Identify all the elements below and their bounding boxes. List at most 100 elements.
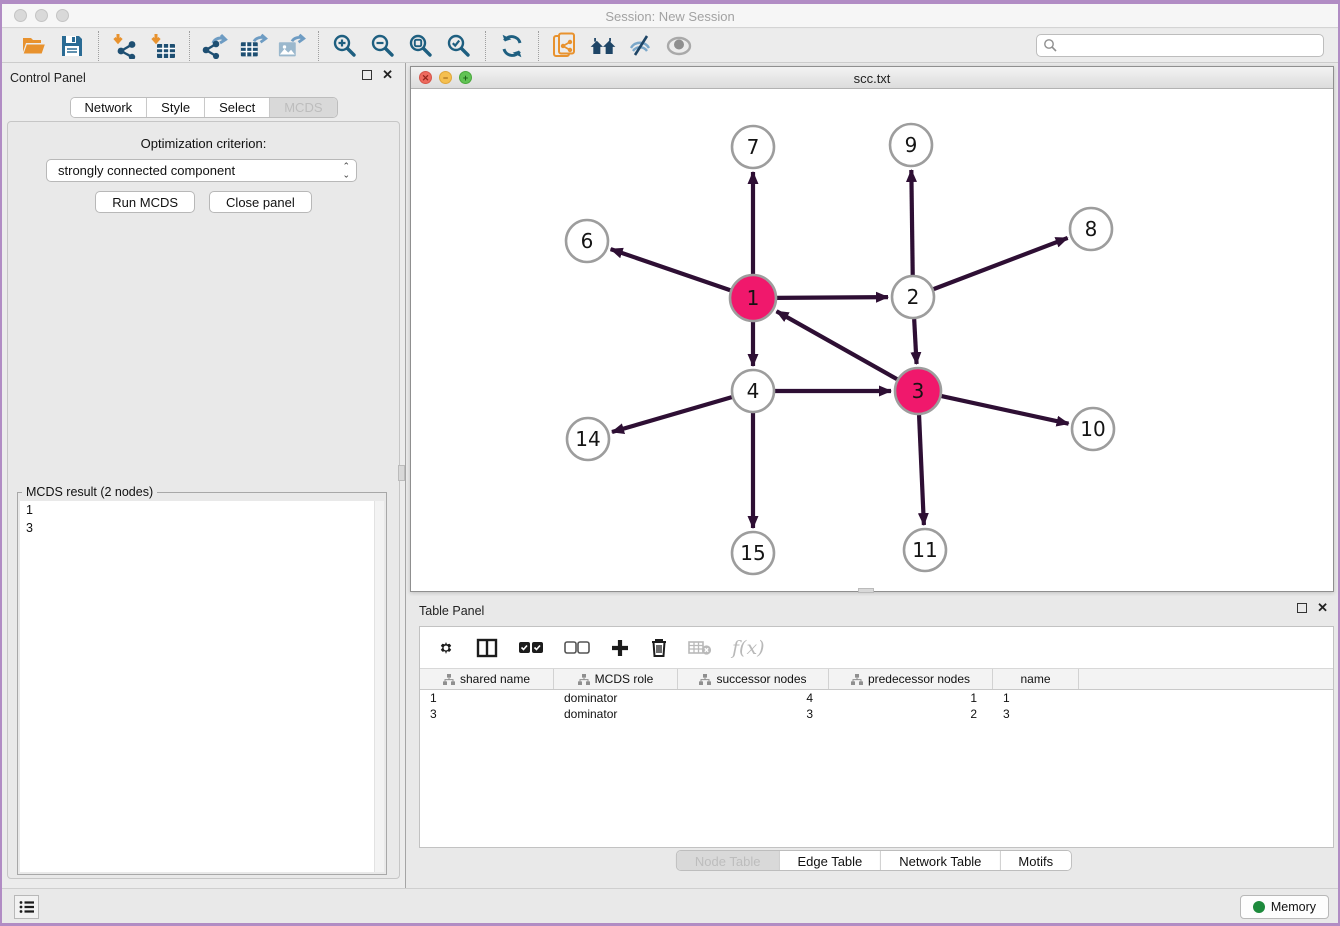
search-box [1036,34,1324,57]
apply-layout-icon[interactable] [497,32,527,60]
app-title: Session: New Session [2,9,1338,24]
table-row[interactable]: 1dominator411 [420,690,1333,706]
hide-selected-icon[interactable] [626,32,656,60]
table-row[interactable]: 3dominator323 [420,706,1333,722]
column-type-icon [699,674,711,685]
settings-icon[interactable] [436,638,456,658]
panel-splitter-handle[interactable] [858,588,874,593]
column-header-successor-nodes[interactable]: successor nodes [678,669,829,689]
float-table-panel-icon[interactable] [1297,603,1307,613]
close-table-panel-icon[interactable]: ✕ [1317,603,1328,613]
deselect-all-icon[interactable] [564,641,590,655]
mcds-result-list[interactable]: 13 [20,501,384,872]
graph-edge[interactable] [777,297,888,298]
column-header-name[interactable]: name [993,669,1079,689]
column-visibility-icon[interactable] [476,638,498,658]
graph-edge[interactable] [934,238,1068,289]
network-window-titlebar[interactable]: ✕ − + scc.txt [411,67,1333,89]
zoom-in-icon[interactable] [330,32,360,60]
import-table-icon[interactable] [148,32,178,60]
graph-edge[interactable] [914,319,916,364]
close-panel-icon[interactable]: ✕ [382,70,393,80]
function-builder-icon[interactable]: f(x) [732,637,765,659]
graph-edge[interactable] [612,397,732,432]
export-image-icon[interactable] [277,32,307,60]
delete-row-icon[interactable] [650,638,668,658]
memory-button[interactable]: Memory [1240,895,1329,919]
save-session-icon[interactable] [57,32,87,60]
tab-mcds[interactable]: MCDS [270,98,336,117]
table-panel: Table Panel ✕ [410,596,1338,888]
graph-edge[interactable] [919,415,924,525]
tab-select[interactable]: Select [205,98,270,117]
column-type-icon [443,674,455,685]
add-row-icon[interactable] [610,638,630,658]
graph-edge[interactable] [611,249,731,290]
toolbar-separator [538,31,539,61]
delete-table-icon[interactable] [688,640,712,656]
memory-status-icon [1253,901,1265,913]
workspace: Control Panel ✕ Network Style Select MCD… [2,63,1338,888]
table-cell[interactable]: 3 [993,706,1079,722]
table-tabs: Node Table Edge Table Network Table Moti… [676,850,1072,871]
criterion-dropdown[interactable]: strongly connected component ⌃⌃ [46,159,357,182]
column-header-shared-name[interactable]: shared name [420,669,554,689]
tab-network-table[interactable]: Network Table [881,851,1000,871]
float-panel-icon[interactable] [362,70,372,80]
select-all-icon[interactable] [518,641,544,655]
table-cell[interactable]: 3 [420,706,554,722]
tab-style[interactable]: Style [147,98,205,117]
main-toolbar [2,29,1338,63]
scrollbar[interactable] [374,501,384,872]
graph-node-label: 11 [912,538,937,562]
tab-network[interactable]: Network [70,98,147,117]
tab-edge-table[interactable]: Edge Table [779,851,881,871]
first-neighbors-icon[interactable] [588,32,618,60]
panel-splitter-handle[interactable] [398,465,405,481]
graph-node-label: 2 [907,285,920,309]
table-header: shared name MCDS role successor nodes pr… [420,669,1333,690]
table-cell[interactable]: 2 [829,706,993,722]
graph-node-label: 14 [575,427,600,451]
graph-node-label: 1 [747,286,760,310]
task-history-button[interactable] [14,895,39,919]
status-bar: Memory [2,888,1338,923]
toolbar-separator [98,31,99,61]
tab-motifs[interactable]: Motifs [1000,851,1071,871]
open-session-icon[interactable] [19,32,49,60]
search-input[interactable] [1036,34,1324,57]
show-all-icon[interactable] [664,32,694,60]
network-window-title: scc.txt [411,71,1333,86]
table-cell[interactable]: dominator [554,690,678,706]
run-mcds-button[interactable]: Run MCDS [95,191,195,213]
memory-label: Memory [1271,900,1316,914]
tab-node-table[interactable]: Node Table [677,851,780,871]
graph-edge[interactable] [911,170,912,275]
mcds-panel: Optimization criterion: strongly connect… [7,121,400,879]
column-type-icon [578,674,590,685]
toolbar-separator [485,31,486,61]
table-cell[interactable]: 1 [420,690,554,706]
table-toolbar: f(x) [420,627,1333,669]
mcds-result-title: MCDS result (2 nodes) [22,485,157,499]
graph-edge[interactable] [777,311,898,379]
graph-edge[interactable] [941,396,1068,424]
graph-node-label: 6 [581,229,594,253]
export-table-icon[interactable] [239,32,269,60]
zoom-out-icon[interactable] [368,32,398,60]
zoom-fit-icon[interactable] [406,32,436,60]
column-header-predecessor-nodes[interactable]: predecessor nodes [829,669,993,689]
table-cell[interactable]: dominator [554,706,678,722]
import-network-icon[interactable] [110,32,140,60]
table-cell[interactable]: 3 [678,706,829,722]
zoom-selected-icon[interactable] [444,32,474,60]
export-network-icon[interactable] [201,32,231,60]
table-panel-title: Table Panel [419,604,484,618]
table-cell[interactable]: 1 [829,690,993,706]
table-cell[interactable]: 1 [993,690,1079,706]
close-panel-button[interactable]: Close panel [209,191,312,213]
clone-network-icon[interactable] [550,32,580,60]
column-header-mcds-role[interactable]: MCDS role [554,669,678,689]
network-canvas[interactable]: 1234678910111415 [412,90,1334,592]
table-cell[interactable]: 4 [678,690,829,706]
